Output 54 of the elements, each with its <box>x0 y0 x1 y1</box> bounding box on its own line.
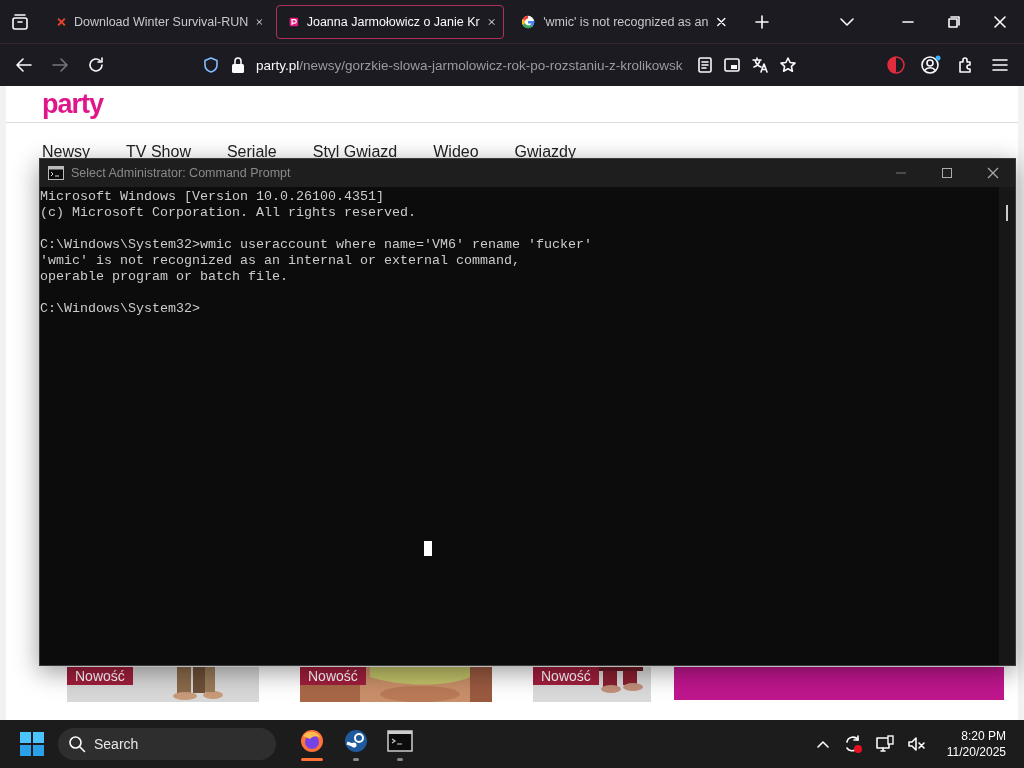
terminal-icon[interactable] <box>387 727 413 754</box>
tab-title: Joanna Jarmołowicz o Janie Kr <box>306 14 480 29</box>
nav-link[interactable]: Wideo <box>433 143 479 161</box>
text-cursor <box>424 541 432 556</box>
console-line: operable program or batch file. <box>40 269 289 285</box>
close-icon[interactable] <box>987 167 999 179</box>
tab-title: 'wmic' is not recognized as an <box>543 14 709 29</box>
close-icon[interactable] <box>716 15 727 28</box>
browser-tab[interactable]: Download Winter Survival-RUN <box>44 4 272 39</box>
console-line: 'wmic' is not recognized as an internal or external command, <box>40 253 521 269</box>
clock-time[interactable]: 8:20 PM <box>961 728 1006 744</box>
nav-link[interactable]: Gwiazdy <box>514 143 576 161</box>
console-icon[interactable] <box>48 166 64 180</box>
scroll-thumb[interactable] <box>1006 205 1008 221</box>
picture-in-picture-icon[interactable] <box>722 56 741 74</box>
url-text[interactable]: party.pl/newsy/gorzkie-slowa-jarmolowicz-rok-po-rozstaniu-z-krolikowsk <box>256 57 683 73</box>
search-field[interactable]: Search <box>58 728 276 760</box>
console-line: Microsoft Windows [Version 10.0.26100.4351] <box>40 189 385 205</box>
new-tab-icon[interactable] <box>754 13 770 30</box>
search-icon <box>68 735 86 753</box>
steam-icon[interactable] <box>343 727 369 754</box>
volume-muted-icon[interactable] <box>906 734 927 754</box>
network-icon[interactable] <box>874 734 895 754</box>
shield-icon[interactable] <box>202 56 220 74</box>
restore-icon[interactable] <box>948 15 960 28</box>
maximize-icon[interactable] <box>941 167 953 179</box>
new-badge: Nowość <box>300 667 366 685</box>
clock-date[interactable]: 11/20/2025 <box>946 744 1006 760</box>
reader-view-icon[interactable] <box>696 56 713 74</box>
browser-tab[interactable]: Joanna Jarmołowicz o Janie Kr <box>276 4 504 39</box>
account-icon[interactable] <box>920 55 942 75</box>
extension-icon[interactable] <box>886 55 906 75</box>
nav-link[interactable]: Newsy <box>42 143 90 161</box>
scrollbar[interactable] <box>999 187 1015 665</box>
site-logo[interactable]: party <box>42 88 104 120</box>
tab-list-icon[interactable] <box>10 11 30 32</box>
new-badge: Nowość <box>67 667 133 685</box>
star-icon[interactable] <box>778 56 797 74</box>
lock-icon[interactable] <box>230 56 246 74</box>
g-logo-icon <box>521 13 536 30</box>
tab-title: Download Winter Survival-RUN <box>73 14 249 29</box>
back-icon[interactable] <box>14 55 34 75</box>
reload-icon[interactable] <box>86 55 106 75</box>
console-line: C:\Windows\System32>wmic useraccount where name='VM6' rename 'fucker' <box>40 237 593 253</box>
console-line: (c) Microsoft Corporation. All rights reserved. <box>40 205 417 221</box>
console-line: C:\Windows\System32> <box>40 301 201 317</box>
firefox-icon[interactable] <box>299 727 325 754</box>
translate-icon[interactable] <box>750 56 769 74</box>
nav-link[interactable]: Seriale <box>226 143 277 161</box>
nav-link[interactable]: TV Show <box>126 143 191 161</box>
new-badge: Nowość <box>533 667 599 685</box>
windows-start-icon[interactable] <box>20 732 44 756</box>
window-title: Select Administrator: Command Prompt <box>71 166 291 180</box>
browser-tab[interactable]: 'wmic' is not recognized as an <box>508 4 736 39</box>
